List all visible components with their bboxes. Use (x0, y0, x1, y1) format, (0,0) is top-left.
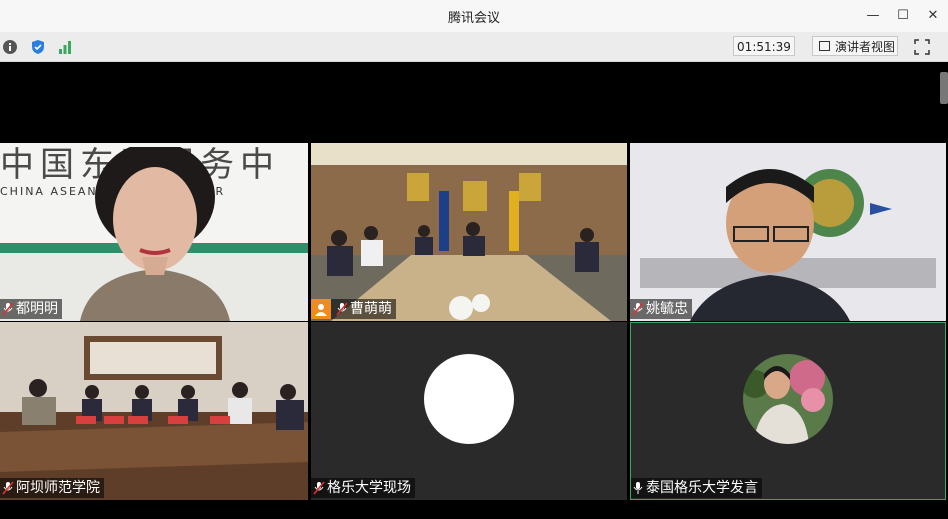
window-title: 腾讯会议 (447, 11, 500, 26)
video-tile-4[interactable]: 阿坝师范学院 (0, 322, 308, 500)
participant-label: 曹萌萌 (311, 299, 396, 319)
participant-label: 格乐大学现场 (311, 478, 415, 498)
video-tile-2[interactable]: 曹萌萌 (311, 143, 627, 321)
participant-name: 姚毓忠 (646, 301, 688, 317)
participant-name: 都明明 (16, 301, 58, 317)
mic-muted-icon (632, 302, 644, 316)
signal-strength-icon[interactable] (58, 40, 72, 54)
participant-video (0, 322, 308, 500)
mic-muted-icon (2, 302, 14, 316)
participant-name: 曹萌萌 (350, 301, 392, 317)
user-avatar-icon (311, 299, 331, 319)
mic-muted-icon (336, 302, 348, 316)
meeting-timer: 01:51:39 (733, 36, 795, 56)
participant-name: 阿坝师范学院 (16, 480, 100, 496)
mic-muted-icon (313, 481, 325, 495)
mic-icon (633, 482, 643, 494)
maximize-button[interactable]: ☐ (888, 4, 918, 28)
participant-label: 阿坝师范学院 (0, 478, 104, 498)
participant-video (630, 143, 946, 321)
participant-label: 都明明 (0, 299, 62, 319)
video-tile-3[interactable]: 姚毓忠 (630, 143, 946, 321)
shield-icon[interactable] (31, 40, 45, 54)
video-tile-1[interactable]: 中国东盟服务中 CHINA ASEAN SERVICE CENTER 都明明 (0, 143, 308, 321)
minimize-button[interactable]: — (858, 4, 888, 28)
info-icon[interactable] (3, 40, 17, 54)
video-tile-5[interactable]: 格乐大学现场 (311, 322, 627, 500)
layout-icon (819, 41, 830, 51)
participant-avatar (424, 354, 514, 444)
speaker-view-label: 演讲者视图 (835, 40, 896, 54)
speaker-view-button[interactable]: 演讲者视图 (812, 36, 898, 56)
participant-video (311, 143, 627, 321)
participant-label: 姚毓忠 (630, 299, 692, 319)
participant-video (80, 147, 230, 321)
participant-avatar (743, 354, 833, 444)
video-tile-6-active-speaker[interactable]: 泰国格乐大学发言 (630, 322, 946, 500)
fullscreen-icon[interactable] (914, 39, 930, 55)
scrollbar[interactable] (940, 72, 948, 104)
close-button[interactable]: ✕ (918, 4, 948, 28)
mic-muted-icon (2, 481, 14, 495)
title-bar: 腾讯会议 — ☐ ✕ (0, 0, 948, 32)
participant-label: 泰国格乐大学发言 (631, 478, 762, 498)
participant-name: 泰国格乐大学发言 (646, 480, 758, 496)
participant-name: 格乐大学现场 (327, 480, 411, 496)
meeting-toolbar: 01:51:39 演讲者视图 (0, 32, 948, 62)
